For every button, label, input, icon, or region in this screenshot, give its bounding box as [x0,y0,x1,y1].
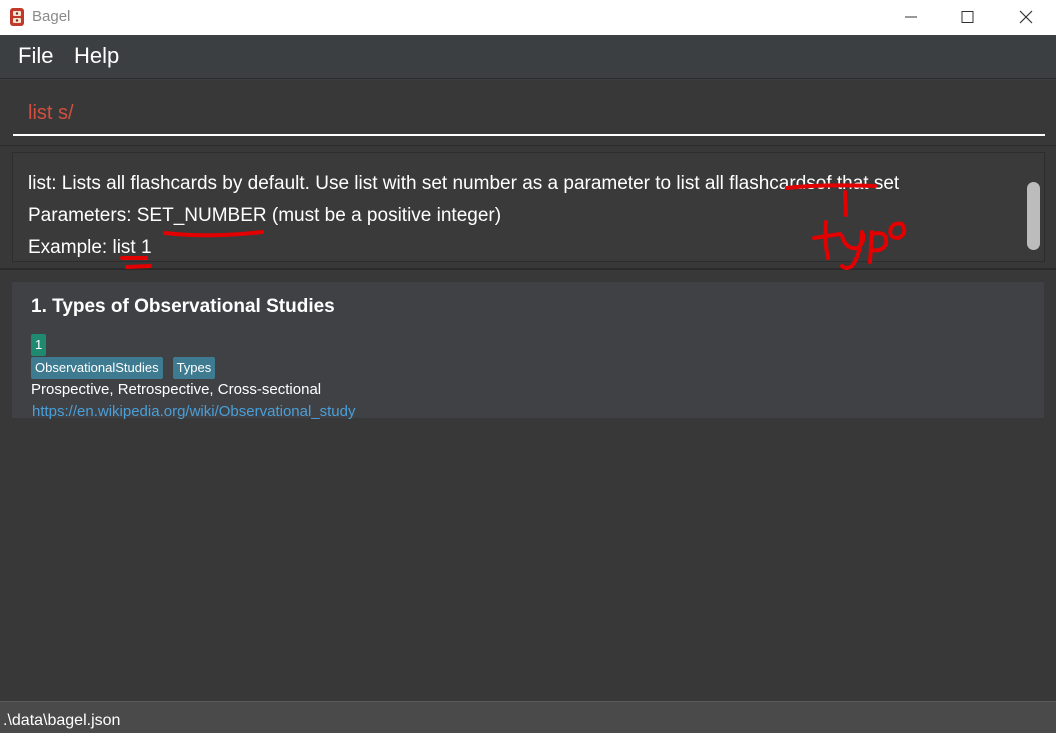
flashcard-item[interactable]: 1. Types of Observational Studies 1 Obse… [12,282,1044,420]
bagel-app-icon [10,8,24,26]
result-display: list: Lists all flashcards by default. U… [12,152,1045,262]
menu-file[interactable]: File [18,43,53,69]
tag-badge: Types [172,357,216,379]
result-display-panel: list: Lists all flashcards by default. U… [0,146,1056,270]
close-icon [1019,10,1033,24]
maximize-button[interactable] [944,0,990,35]
result-scrollbar[interactable] [1027,182,1040,250]
command-box [0,80,1056,146]
flashcard-list: 1. Types of Observational Studies 1 Obse… [0,270,1056,701]
result-usage-line: list: Lists all flashcards by default. U… [28,173,900,194]
tag-list: ObservationalStudies Types [31,357,216,379]
flashcard-link[interactable]: https://en.wikipedia.org/wiki/Observatio… [32,403,356,420]
save-location-path: .\data\bagel.json [3,712,121,729]
result-parameters-line: Parameters: SET_NUMBER (must be a positi… [28,205,502,226]
maximize-icon [961,11,974,23]
command-input[interactable] [13,92,1045,136]
menu-help[interactable]: Help [74,43,119,69]
minimize-button[interactable] [888,0,934,35]
status-bar: .\data\bagel.json [0,701,1056,733]
title-bar: Bagel [0,0,1056,35]
close-button[interactable] [1003,0,1049,35]
tag-badge: ObservationalStudies [31,357,163,379]
minimize-icon [905,16,917,18]
flashcard-title: 1. Types of Observational Studies [31,296,335,317]
flashcard-answer: Prospective, Retrospective, Cross-sectio… [31,381,322,398]
result-example-line: Example: list 1 [28,237,152,258]
menu-bar: File Help [0,35,1056,79]
set-number-badge: 1 [31,334,47,356]
window-title: Bagel [32,8,71,25]
